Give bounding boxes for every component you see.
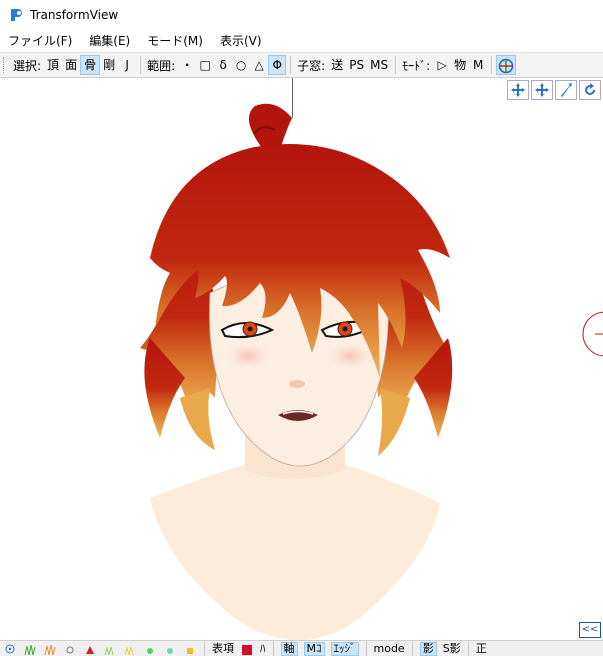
refresh-icon[interactable] xyxy=(579,80,601,100)
move-xz-icon[interactable] xyxy=(531,80,553,100)
title-bar: TransformView xyxy=(0,0,603,30)
range-delta-button[interactable]: δ xyxy=(214,55,232,75)
range-phi-button[interactable]: Φ xyxy=(268,55,287,75)
toolbar-separator xyxy=(140,56,142,74)
mode-dropdown[interactable]: mode xyxy=(374,642,405,656)
character-model xyxy=(140,103,603,640)
select-rigid-button[interactable]: 剛 xyxy=(100,55,118,75)
menu-bar: ファイル(F) 編集(E) モード(M) 表示(V) xyxy=(0,30,603,52)
window-title: TransformView xyxy=(30,8,119,22)
ha-button[interactable]: ﾊ xyxy=(260,642,266,656)
select-label: 選択: xyxy=(13,58,42,73)
window-ps-button[interactable]: PS xyxy=(346,55,367,75)
move-xy-icon[interactable] xyxy=(507,80,529,100)
bottom-separator xyxy=(204,641,205,656)
green-dot-icon[interactable] xyxy=(143,643,157,655)
toolbar-separator xyxy=(491,56,493,74)
target-icon xyxy=(498,58,514,73)
range-circle-button[interactable]: ○ xyxy=(232,55,250,75)
self-shadow-button[interactable]: S影 xyxy=(443,642,461,656)
grass-green-icon[interactable] xyxy=(23,643,37,655)
target-small-icon[interactable] xyxy=(3,643,17,655)
range-label: 範囲: xyxy=(147,58,176,73)
menu-mode[interactable]: モード(M) xyxy=(139,30,212,52)
grass-yellow-icon[interactable] xyxy=(123,643,137,655)
target-button[interactable] xyxy=(496,55,517,75)
mode-physics-button[interactable]: 物 xyxy=(451,55,469,75)
window-ms-button[interactable]: MS xyxy=(367,55,391,75)
red-square-icon[interactable] xyxy=(240,643,254,655)
cyan-dot-icon[interactable] xyxy=(163,643,177,655)
circle-small-icon[interactable] xyxy=(63,643,77,655)
toolbar-separator xyxy=(290,56,292,74)
toolbar-separator xyxy=(395,56,397,74)
view-nav-icons xyxy=(507,80,601,100)
3d-viewport[interactable]: << xyxy=(0,78,603,640)
red-triangle-icon[interactable] xyxy=(83,643,97,655)
front-button[interactable]: 正 xyxy=(476,642,487,656)
window-label: 子窓: xyxy=(297,58,326,73)
rotate-icon[interactable] xyxy=(555,80,577,100)
shadow-button[interactable]: 影 xyxy=(419,641,437,656)
axis-button[interactable]: 軸 xyxy=(280,641,298,656)
select-bone-button[interactable]: 骨 xyxy=(80,55,101,75)
range-rect-button[interactable]: □ xyxy=(196,55,214,75)
mko-button[interactable]: Mｺ xyxy=(303,641,325,656)
menu-view[interactable]: 表示(V) xyxy=(212,30,271,52)
collapse-button[interactable]: << xyxy=(579,622,601,638)
edge-button[interactable]: ｴｯｼﾞ xyxy=(330,641,359,656)
bottom-separator xyxy=(272,641,274,656)
range-triangle-button[interactable]: △ xyxy=(250,55,268,75)
window-send-button[interactable]: 送 xyxy=(328,55,346,75)
menu-edit[interactable]: 編集(E) xyxy=(81,30,139,52)
bottom-separator xyxy=(365,641,367,656)
range-point-button[interactable]: ・ xyxy=(178,55,196,75)
mode-play-button[interactable]: ▷ xyxy=(433,55,451,75)
app-icon xyxy=(11,9,22,21)
yellow-icon[interactable] xyxy=(183,643,197,655)
mode-m-button[interactable]: M xyxy=(469,55,487,75)
toolbar-grip[interactable] xyxy=(3,57,7,73)
toolbar: 選択: 頂 面 骨 剛 J 範囲: ・ □ δ ○ △ Φ 子窓: 送 PS M… xyxy=(0,52,603,78)
bottom-separator xyxy=(411,641,413,656)
bottom-separator xyxy=(467,641,469,656)
select-face-button[interactable]: 面 xyxy=(62,55,80,75)
table-button[interactable]: 表項 xyxy=(212,642,234,656)
grass-orange-icon[interactable] xyxy=(43,643,57,655)
select-joint-button[interactable]: J xyxy=(118,55,136,75)
mode-label: ﾓｰﾄﾞ: xyxy=(402,58,431,73)
grass-green-icon[interactable] xyxy=(103,643,117,655)
select-vertex-button[interactable]: 頂 xyxy=(44,55,62,75)
menu-file[interactable]: ファイル(F) xyxy=(0,30,81,52)
bottom-toolbar: 表項 ﾊ 軸 Mｺ ｴｯｼﾞ mode 影 S影 正 xyxy=(0,640,603,656)
